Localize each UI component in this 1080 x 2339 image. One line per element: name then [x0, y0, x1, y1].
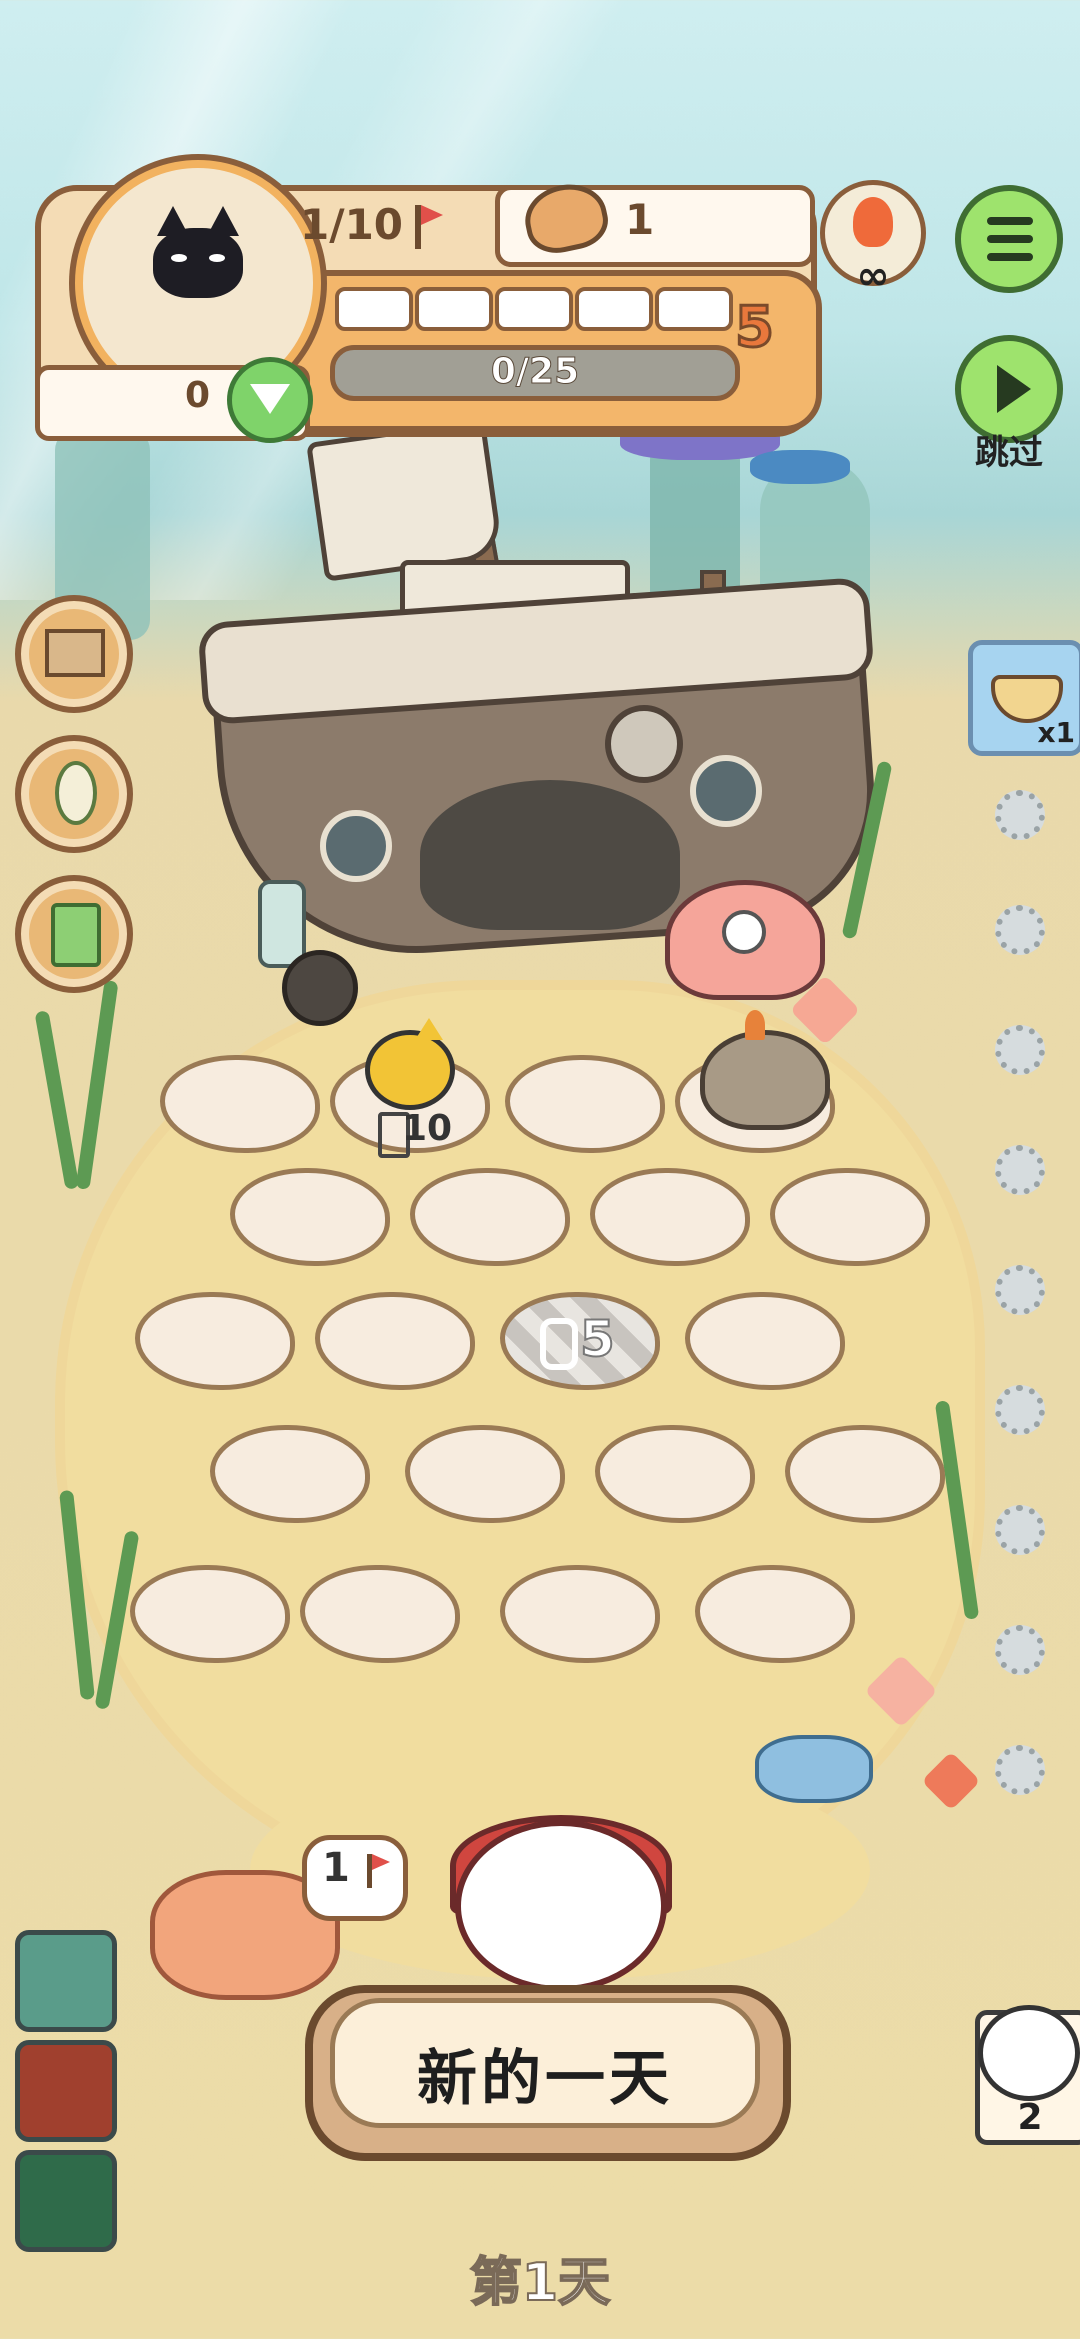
frog-slot-icon[interactable]	[15, 2150, 117, 2252]
seaweed	[34, 1010, 80, 1190]
bee-creature[interactable]	[365, 1030, 455, 1110]
xp-value: 0/25	[490, 351, 580, 393]
route-progress: 1/10	[300, 200, 404, 249]
jester-character[interactable]	[455, 1820, 667, 1992]
plant-button[interactable]	[15, 735, 133, 853]
seaweed	[75, 980, 119, 1190]
rabbit-creature[interactable]	[700, 1030, 830, 1130]
plant-icon	[55, 761, 97, 825]
gear-icon	[995, 1385, 1045, 1435]
blue-rocks	[755, 1735, 873, 1803]
skip-label: 跳过	[975, 433, 1043, 473]
gear-icon	[995, 1745, 1045, 1795]
creature-slot-icon[interactable]	[15, 2040, 117, 2142]
bee-timer: 10	[402, 1108, 453, 1149]
menu-button[interactable]	[955, 185, 1063, 293]
flag-icon	[367, 1854, 390, 1888]
menu-line	[987, 253, 1033, 261]
gem-add-icon[interactable]	[227, 357, 313, 443]
crown-icon	[415, 1018, 443, 1040]
black-cat-icon	[153, 206, 243, 298]
level-segment	[335, 287, 413, 331]
infinite-label: ∞	[856, 253, 890, 299]
box-icon	[45, 629, 105, 677]
bottle	[258, 880, 306, 968]
lock-icon	[540, 1318, 578, 1370]
gear-icon	[995, 790, 1045, 840]
level-segment	[495, 287, 573, 331]
box-button[interactable]	[15, 595, 133, 713]
gear-icon	[995, 1145, 1045, 1195]
porthole	[690, 755, 762, 827]
cannon-wheel	[282, 950, 358, 1026]
cat-eye	[209, 254, 225, 262]
level-segment	[655, 287, 733, 331]
level-segment	[575, 287, 653, 331]
ship-sail	[306, 418, 504, 582]
fire-guardian-badge[interactable]: ∞	[820, 180, 926, 299]
new-day-label: 新的一天	[417, 2044, 673, 2114]
monster-slot-icon[interactable]	[15, 1930, 117, 2032]
starfish	[921, 1751, 981, 1811]
level-number: 5	[734, 294, 776, 362]
gear-icon	[995, 1625, 1045, 1675]
mortar-bowl-item[interactable]: x1	[968, 640, 1080, 756]
gem-value: 0	[185, 375, 211, 416]
porthole	[320, 810, 392, 882]
ship-hole	[420, 780, 680, 930]
level-segment	[415, 287, 493, 331]
day-label: 第1天	[469, 2252, 611, 2314]
pearl	[722, 910, 766, 954]
gear-icon	[995, 905, 1045, 955]
gear-icon	[995, 1265, 1045, 1315]
cat-eye	[171, 254, 187, 262]
game-console-button[interactable]	[15, 875, 133, 993]
console-icon	[51, 903, 101, 967]
anchor-icon	[605, 705, 683, 783]
speech-bubble	[302, 1835, 408, 1921]
speech-count: 1	[322, 1845, 350, 1891]
bowl-count: x1	[1037, 716, 1075, 749]
coins-value: 1	[625, 195, 655, 244]
player-hud: 1/10 1 5 0/25 0	[35, 160, 822, 443]
coral-blue	[750, 450, 850, 484]
owl-icon	[978, 2005, 1080, 2101]
flag-icon	[415, 205, 443, 249]
gear-icon	[995, 1505, 1045, 1555]
flame-icon	[853, 197, 893, 247]
menu-line	[987, 217, 1033, 225]
gear-icon	[995, 1025, 1045, 1075]
locked-slot-cost: 5	[579, 1309, 616, 1369]
guest-count: 2	[1017, 2097, 1043, 2138]
carrot-icon	[745, 1010, 765, 1040]
menu-line	[987, 235, 1033, 243]
